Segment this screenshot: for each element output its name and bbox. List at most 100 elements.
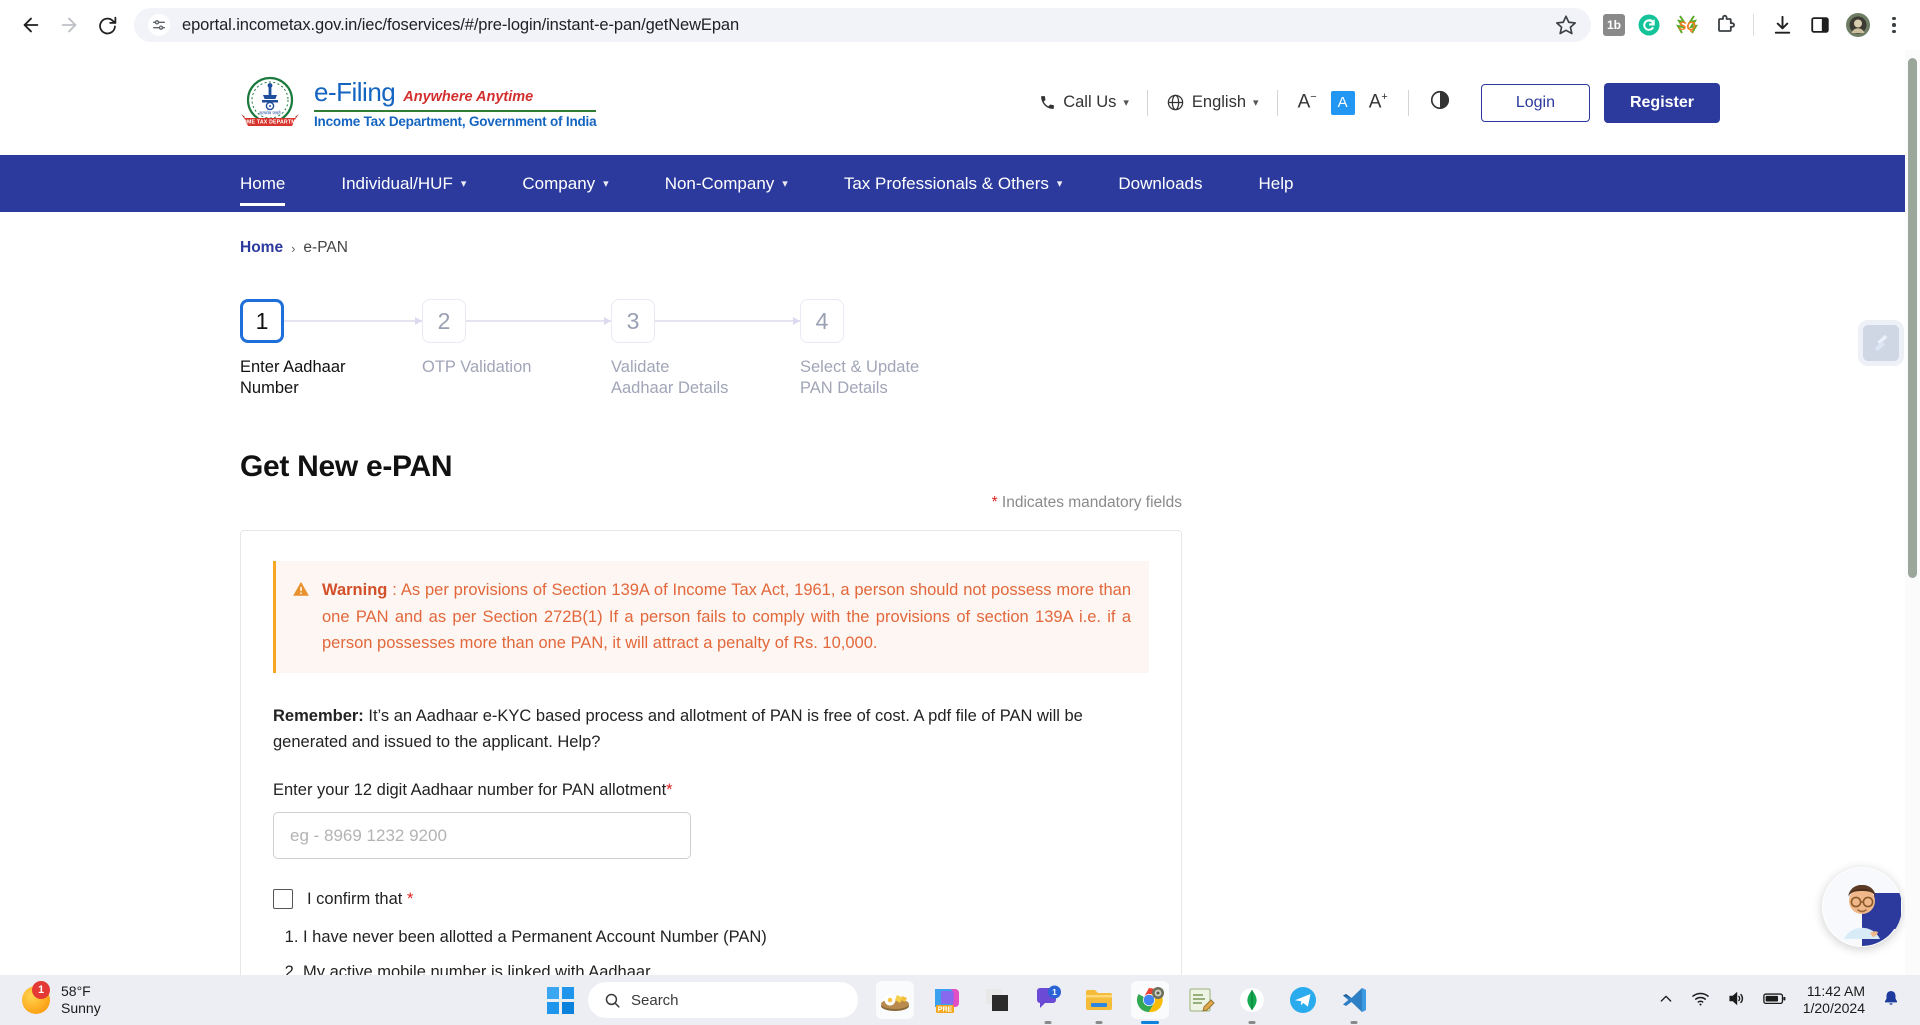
reload-button[interactable] bbox=[90, 8, 124, 42]
list-item: I have never been allotted a Permanent A… bbox=[303, 925, 1149, 950]
volume-icon[interactable] bbox=[1727, 989, 1746, 1011]
grammarly-extension-icon[interactable] bbox=[1635, 11, 1663, 39]
bookmark-star-icon[interactable] bbox=[1555, 14, 1577, 36]
language-menu[interactable]: English ▾ bbox=[1148, 93, 1277, 112]
taskbar-app-file-explorer-dark[interactable] bbox=[978, 981, 1016, 1019]
forward-button[interactable] bbox=[52, 8, 86, 42]
taskbar-app-copilot-pre[interactable]: PRE bbox=[927, 981, 965, 1019]
step-number-badge: 1 bbox=[240, 299, 284, 343]
chevron-down-icon: ▾ bbox=[1056, 178, 1063, 190]
logo-department-text: Income Tax Department, Government of Ind… bbox=[314, 113, 597, 129]
taskbar-running-indicator bbox=[1095, 1021, 1103, 1024]
wifi-icon[interactable] bbox=[1691, 989, 1710, 1011]
page-scrollbar[interactable] bbox=[1905, 50, 1920, 975]
site-settings-icon[interactable] bbox=[148, 14, 170, 36]
ublock-origin-extension-icon[interactable]: 1b bbox=[1603, 14, 1625, 36]
grammarly-floating-icon bbox=[1874, 334, 1888, 352]
warning-body: As per provisions of Section 139A of Inc… bbox=[322, 580, 1132, 653]
downloads-icon[interactable] bbox=[1768, 11, 1796, 39]
stepper-step-1[interactable]: 1 Enter Aadhaar Number bbox=[240, 299, 422, 400]
svg-text:INCOME TAX DEPARTMENT: INCOME TAX DEPARTMENT bbox=[240, 119, 300, 125]
back-button[interactable] bbox=[14, 8, 48, 42]
taskbar-clock[interactable]: 11:42 AM 1/20/2024 bbox=[1803, 983, 1865, 1018]
chevron-down-icon: ▾ bbox=[1253, 97, 1259, 109]
stepper-step-4[interactable]: 4 Select & Update PAN Details bbox=[800, 299, 922, 400]
taskbar-search-box[interactable]: Search bbox=[588, 982, 858, 1018]
efiling-logo[interactable]: सत्यमेव जयते INCOME TAX DEPARTMENT e-Fil… bbox=[233, 73, 597, 133]
call-us-label: Call Us bbox=[1063, 93, 1117, 111]
address-bar[interactable]: eportal.incometax.gov.in/iec/foservices/… bbox=[134, 8, 1591, 42]
step-label: Select & Update PAN Details bbox=[800, 358, 920, 398]
nav-item-company[interactable]: Company ▾ bbox=[494, 155, 636, 212]
clock-time: 11:42 AM bbox=[1806, 982, 1865, 999]
taskbar-running-indicator bbox=[1044, 1021, 1052, 1024]
taskbar-app-telegram[interactable] bbox=[1284, 981, 1322, 1019]
font-size-controls: A− A A+ bbox=[1278, 90, 1408, 115]
weather-text: 58°F Sunny bbox=[61, 983, 101, 1018]
chat-assistant-avatar-icon bbox=[1823, 868, 1901, 946]
taskbar-app-vscode[interactable] bbox=[1335, 981, 1373, 1024]
required-asterisk: * bbox=[666, 781, 673, 800]
step-label: Enter Aadhaar Number bbox=[240, 358, 346, 398]
font-decrease-button[interactable]: A− bbox=[1298, 91, 1317, 113]
page-scrollbar-thumb[interactable] bbox=[1908, 58, 1917, 578]
nav-item-help[interactable]: Help bbox=[1231, 155, 1322, 212]
mandatory-fields-note: * Indicates mandatory fields bbox=[240, 494, 1182, 512]
taskbar-app-file-explorer[interactable] bbox=[1080, 981, 1118, 1024]
breadcrumb: Home › e-PAN bbox=[240, 212, 1680, 257]
taskbar-app-teams[interactable]: 1 bbox=[1029, 981, 1067, 1024]
nav-item-tax-professionals[interactable]: Tax Professionals & Others ▾ bbox=[816, 155, 1091, 212]
logo-divider-rule bbox=[314, 109, 597, 112]
breadcrumb-current: e-PAN bbox=[303, 239, 348, 256]
windows-start-icon[interactable] bbox=[547, 986, 574, 1014]
taskbar-app-mongodb-compass[interactable] bbox=[1233, 981, 1271, 1024]
taskbar-app-chrome[interactable] bbox=[1131, 981, 1169, 1024]
extensions-puzzle-icon[interactable] bbox=[1711, 11, 1739, 39]
nav-item-downloads[interactable]: Downloads bbox=[1090, 155, 1230, 212]
show-hidden-icons-chevron[interactable] bbox=[1658, 991, 1674, 1010]
remember-note: Remember: It’s an Aadhaar e-KYC based pr… bbox=[273, 703, 1149, 755]
notification-bell-icon[interactable] bbox=[1882, 989, 1900, 1012]
mandatory-note-text: Indicates mandatory fields bbox=[1001, 493, 1182, 511]
aadhaar-number-input[interactable] bbox=[273, 812, 691, 860]
side-panel-icon[interactable] bbox=[1806, 11, 1834, 39]
grammarly-floating-button[interactable] bbox=[1858, 320, 1904, 366]
language-label: English bbox=[1191, 93, 1247, 111]
semrush-extension-icon[interactable]: SQ bbox=[1673, 11, 1701, 39]
register-button[interactable]: Register bbox=[1603, 82, 1720, 123]
weather-temperature: 58°F bbox=[61, 982, 91, 999]
teams-badge-count: 1 bbox=[1052, 987, 1057, 997]
taskbar-running-indicator bbox=[1350, 1021, 1358, 1024]
step-number-badge: 3 bbox=[611, 299, 655, 343]
font-normal-button[interactable]: A bbox=[1330, 90, 1355, 115]
nav-item-non-company[interactable]: Non-Company ▾ bbox=[637, 155, 816, 212]
extension-icons: 1b SQ bbox=[1603, 11, 1906, 39]
taskbar-app-notepad[interactable] bbox=[1182, 981, 1220, 1019]
forward-arrow-icon bbox=[61, 17, 77, 33]
stepper-step-3[interactable]: 3 Validate Aadhaar Details bbox=[611, 299, 800, 400]
url-text: eportal.incometax.gov.in/iec/foservices/… bbox=[182, 15, 740, 34]
stepper-step-2[interactable]: 2 OTP Validation bbox=[422, 299, 611, 400]
call-us-menu[interactable]: Call Us ▾ bbox=[1021, 93, 1147, 112]
remember-label: Remember: bbox=[273, 707, 364, 726]
battery-icon[interactable] bbox=[1762, 991, 1786, 1009]
confirm-checkbox[interactable] bbox=[273, 889, 293, 910]
taskbar-app-list: PRE 1 bbox=[876, 981, 1373, 1024]
clock-date: 1/20/2024 bbox=[1802, 1000, 1865, 1016]
nav-item-individual-huf[interactable]: Individual/HUF ▾ bbox=[313, 155, 494, 212]
login-button[interactable]: Login bbox=[1480, 83, 1590, 122]
profile-avatar-icon[interactable] bbox=[1844, 11, 1872, 39]
three-dot-menu-icon[interactable] bbox=[1882, 16, 1906, 34]
breadcrumb-home-link[interactable]: Home bbox=[240, 239, 283, 257]
progress-stepper: 1 Enter Aadhaar Number 2 OTP Validation … bbox=[240, 299, 1680, 400]
contrast-toggle-button[interactable] bbox=[1409, 89, 1471, 116]
chevron-down-icon: ▾ bbox=[460, 178, 467, 190]
breadcrumb-separator-icon: › bbox=[291, 240, 296, 256]
taskbar-app-widgets[interactable] bbox=[876, 981, 914, 1019]
font-increase-button[interactable]: A+ bbox=[1369, 91, 1388, 113]
chat-assistant-button[interactable] bbox=[1822, 867, 1902, 947]
ublock-label: 1b bbox=[1606, 18, 1621, 32]
confirm-checkbox-row[interactable]: I confirm that * bbox=[273, 889, 1149, 910]
nav-item-home[interactable]: Home bbox=[240, 155, 313, 212]
taskbar-weather-widget[interactable]: 1 58°F Sunny bbox=[0, 981, 101, 1018]
